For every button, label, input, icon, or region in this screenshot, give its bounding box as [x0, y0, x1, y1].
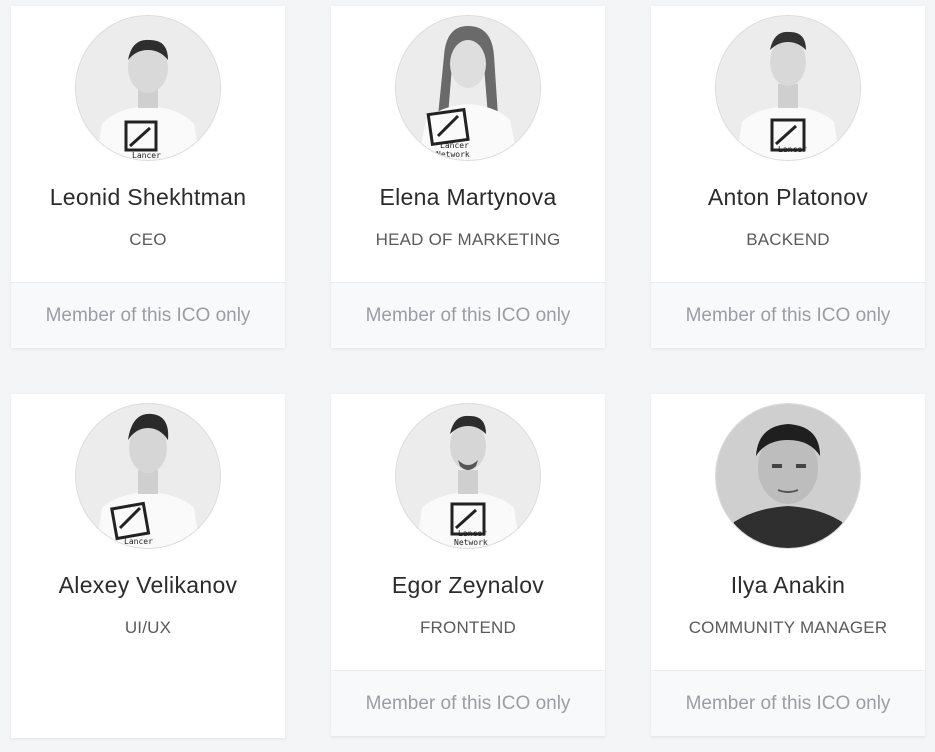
svg-text:Lancer: Lancer	[778, 145, 807, 154]
svg-text:Lancer: Lancer	[132, 151, 161, 160]
member-status-link[interactable]: Member of this ICO only	[331, 282, 605, 348]
avatar: Lancer	[716, 16, 860, 160]
member-role: UI/UX	[124, 618, 172, 637]
member-role: HEAD OF MARKETING	[375, 230, 561, 249]
member-name: Elena Martynova	[379, 184, 557, 210]
team-card-body: Lancer Network Egor Zeynalov FRONTEND	[331, 394, 605, 670]
team-card-body: Ilya Anakin COMMUNITY MANAGER	[651, 394, 925, 670]
team-card: Lancer Leonid Shekhtman CEO Member of th…	[11, 6, 285, 348]
member-name: Leonid Shekhtman	[49, 184, 247, 210]
team-card-body: Lancer Leonid Shekhtman CEO	[11, 6, 285, 282]
team-card: Lancer Anton Platonov BACKEND Member of …	[651, 6, 925, 348]
team-card: Lancer Network Egor Zeynalov FRONTEND Me…	[331, 394, 605, 736]
avatar: Lancer Network	[396, 16, 540, 160]
member-name: Ilya Anakin	[730, 572, 846, 598]
svg-text:Lancer: Lancer	[458, 529, 487, 538]
member-status-link[interactable]: Member of this ICO only	[651, 282, 925, 348]
team-card-body: Lancer Anton Platonov BACKEND	[651, 6, 925, 282]
member-status-link[interactable]: Member of this ICO only	[331, 670, 605, 736]
svg-text:Lancer: Lancer	[440, 141, 469, 150]
member-name: Anton Platonov	[707, 184, 869, 210]
team-card-body: Lancer Alexey Velikanov UI/UX	[11, 394, 285, 670]
team-card: Lancer Network Elena Martynova HEAD OF M…	[331, 6, 605, 348]
member-status-link[interactable]: Member of this ICO only	[651, 670, 925, 736]
member-role: CEO	[129, 230, 167, 249]
avatar: Lancer	[76, 16, 220, 160]
avatar: Lancer Network	[396, 404, 540, 548]
team-grid: Lancer Leonid Shekhtman CEO Member of th…	[0, 0, 935, 752]
team-card: Lancer Alexey Velikanov UI/UX	[11, 394, 285, 738]
member-status-link[interactable]: Member of this ICO only	[11, 282, 285, 348]
svg-text:Network: Network	[436, 150, 470, 159]
svg-text:Lancer: Lancer	[124, 537, 153, 546]
member-name: Egor Zeynalov	[391, 572, 545, 598]
avatar: Lancer	[76, 404, 220, 548]
member-role: COMMUNITY MANAGER	[688, 618, 888, 637]
team-card: Ilya Anakin COMMUNITY MANAGER Member of …	[651, 394, 925, 736]
avatar	[716, 404, 860, 548]
member-role: FRONTEND	[419, 618, 517, 637]
svg-text:Network: Network	[454, 538, 488, 547]
team-card-body: Lancer Network Elena Martynova HEAD OF M…	[331, 6, 605, 282]
member-name: Alexey Velikanov	[58, 572, 238, 598]
member-role: BACKEND	[746, 230, 830, 249]
